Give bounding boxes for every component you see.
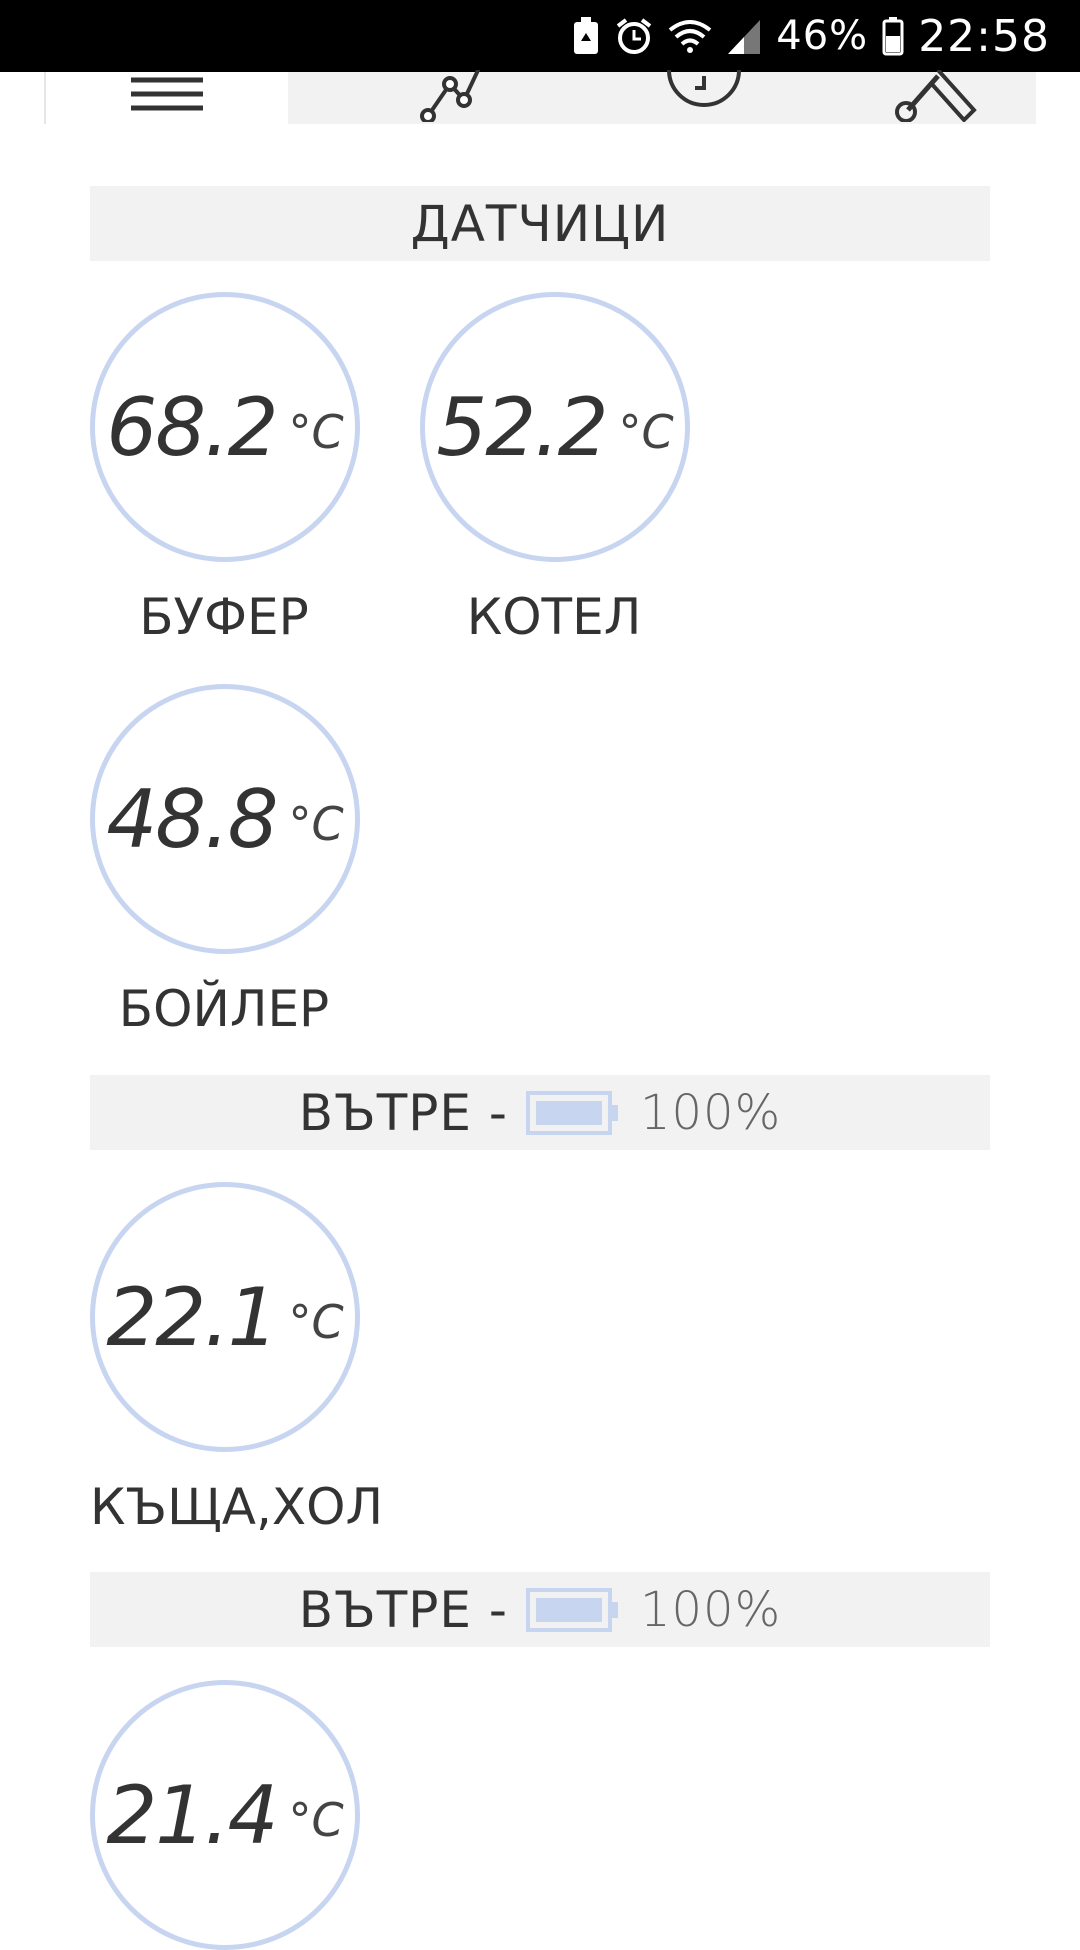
sensor-label: БОЙЛЕР	[118, 980, 330, 1038]
temperature-gauge: 21.4 °C	[90, 1680, 360, 1950]
sensor-label: КОТЕЛ	[466, 588, 642, 646]
temperature-unit: °C	[288, 797, 344, 851]
section-header-sensors: ДАТЧИЦИ	[90, 186, 990, 261]
graph-icon	[414, 65, 494, 126]
battery-icon	[882, 16, 904, 56]
battery-percent: 46%	[776, 13, 869, 59]
temperature-value: 21.4	[106, 1768, 278, 1862]
sensor-card[interactable]: 48.8 °C БОЙЛЕР	[90, 684, 360, 1038]
alarm-icon	[614, 16, 654, 56]
status-bar: 46% 22:58	[0, 0, 1080, 72]
section-title: ВЪТРЕ -	[298, 1083, 508, 1142]
temperature-value: 52.2	[436, 380, 608, 474]
temperature-unit: °C	[288, 1295, 344, 1349]
tab-menu[interactable]	[44, 72, 288, 124]
temperature-value: 68.2	[106, 380, 278, 474]
temperature-unit: °C	[288, 405, 344, 459]
menu-icon	[127, 76, 207, 120]
temperature-unit: °C	[288, 1793, 344, 1847]
status-bar-right: 46% 22:58	[572, 0, 1050, 72]
section-title: ДАТЧИЦИ	[410, 194, 670, 253]
temperature-gauge: 68.2 °C	[90, 292, 360, 562]
sensor-label: КЪЩА,ХОЛ	[90, 1478, 384, 1536]
battery-percent: 100%	[639, 1084, 782, 1141]
clock-icon	[659, 69, 749, 126]
sensor-card[interactable]: 21.4 °C	[90, 1680, 360, 1950]
tab-schedule[interactable]	[604, 69, 804, 126]
sensor-card[interactable]: 68.2 °C БУФЕР	[90, 292, 360, 646]
battery-saver-icon	[572, 16, 600, 56]
section-header-row: ВЪТРЕ - 100%	[299, 1084, 781, 1142]
clock-time: 22:58	[918, 10, 1050, 62]
battery-level-icon	[525, 1586, 622, 1634]
tab-settings[interactable]	[844, 68, 1034, 126]
section-header-row: ВЪТРЕ - 100%	[299, 1581, 781, 1639]
temperature-gauge: 48.8 °C	[90, 684, 360, 954]
section-header-inside: ВЪТРЕ - 100%	[90, 1075, 990, 1150]
battery-level-icon	[525, 1089, 622, 1137]
section-title: ВЪТРЕ -	[298, 1580, 508, 1639]
tab-graph[interactable]	[354, 65, 554, 126]
battery-percent: 100%	[639, 1581, 782, 1638]
temperature-unit: °C	[618, 405, 674, 459]
signal-icon	[726, 16, 762, 56]
tools-icon	[894, 68, 984, 126]
tab-bar	[44, 65, 1036, 126]
sensor-card[interactable]: 52.2 °C КОТЕЛ	[420, 292, 690, 646]
sensor-label: БУФЕР	[139, 588, 309, 646]
sensor-card[interactable]: 22.1 °C КЪЩА,ХОЛ	[90, 1182, 384, 1536]
temperature-value: 48.8	[106, 772, 278, 866]
temperature-gauge: 52.2 °C	[420, 292, 690, 562]
temperature-gauge: 22.1 °C	[90, 1182, 360, 1452]
temperature-value: 22.1	[106, 1270, 278, 1364]
wifi-icon	[668, 16, 712, 56]
section-header-inside: ВЪТРЕ - 100%	[90, 1572, 990, 1647]
